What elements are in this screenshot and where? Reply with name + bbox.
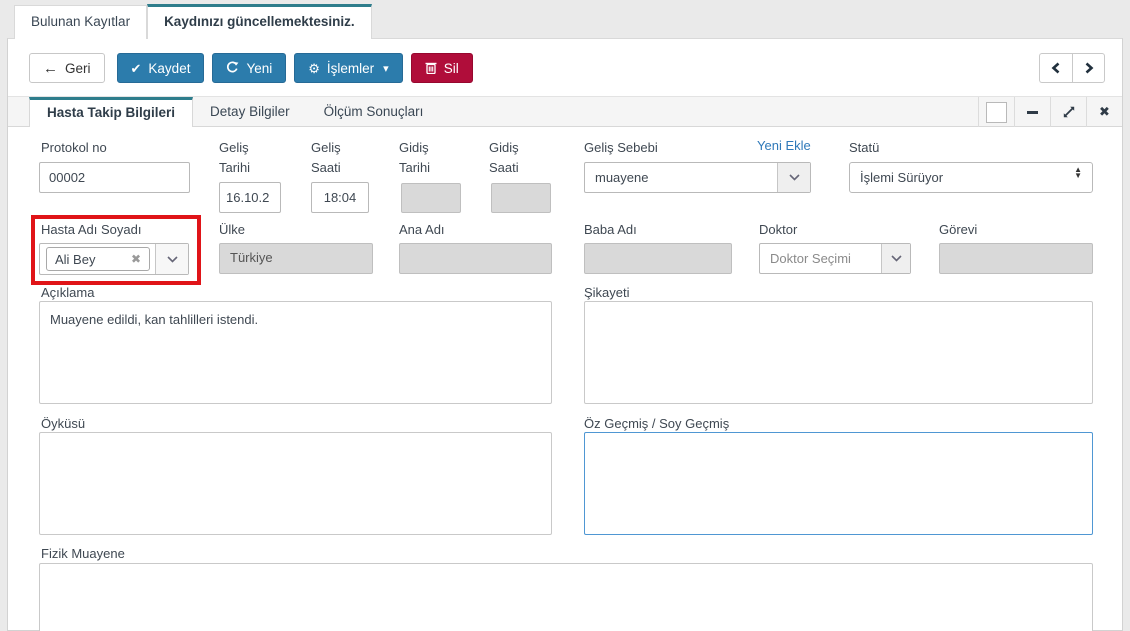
token-remove-icon[interactable]: ✖ xyxy=(131,252,141,266)
tab-olcum-sonuclari[interactable]: Ölçüm Sonuçları xyxy=(307,97,441,126)
new-button-label: Yeni xyxy=(246,61,272,76)
gear-icon: ⚙ xyxy=(308,62,320,75)
gidis-tarihi-input xyxy=(401,183,461,213)
tab-hasta-takip-bilgileri[interactable]: Hasta Takip Bilgileri xyxy=(29,97,193,127)
chevron-left-icon xyxy=(1051,62,1061,74)
minimize-icon xyxy=(1027,111,1038,114)
actions-button-label: İşlemler xyxy=(327,61,374,76)
gorevi-label: Görevi xyxy=(939,220,977,240)
gelis-sebebi-dropdown[interactable]: muayene xyxy=(584,162,811,193)
ana-adi-label: Ana Adı xyxy=(399,220,445,240)
baba-adi-input xyxy=(584,243,732,274)
gelis-tarihi-label: Geliş Tarihi xyxy=(219,138,265,177)
protokol-no-input[interactable] xyxy=(39,162,190,193)
oykusu-label: Öyküsü xyxy=(41,414,85,434)
hasta-adi-token: Ali Bey ✖ xyxy=(46,247,150,271)
gelis-saati-label: Geliş Saati xyxy=(311,138,353,177)
protokol-no-label: Protokol no xyxy=(41,138,107,158)
back-arrow-icon: ← xyxy=(43,61,58,76)
panel-expand-button[interactable] xyxy=(1050,97,1086,127)
gelis-sebebi-value: muayene xyxy=(585,163,777,192)
oz-gecmis-label: Öz Geçmiş / Soy Geçmiş xyxy=(584,414,729,434)
ulke-label: Ülke xyxy=(219,220,245,240)
ana-adi-input xyxy=(399,243,552,274)
hasta-adi-token-area: Ali Bey ✖ xyxy=(40,244,155,274)
expand-icon xyxy=(1062,105,1076,119)
baba-adi-label: Baba Adı xyxy=(584,220,637,240)
chevron-down-icon xyxy=(777,163,810,192)
fizik-muayene-label: Fizik Muayene xyxy=(41,544,125,564)
record-pager xyxy=(1039,53,1105,83)
app-window: Bulunan Kayıtlar Kaydınızı güncellemekte… xyxy=(0,0,1130,631)
gelis-tarihi-input[interactable] xyxy=(219,182,281,213)
back-button[interactable]: ← Geri xyxy=(29,53,105,83)
save-button[interactable]: ✔ Kaydet xyxy=(117,53,205,83)
check-icon: ✔ xyxy=(131,62,142,75)
aciklama-textarea[interactable]: Muayene edildi, kan tahlilleri istendi. xyxy=(39,301,552,404)
hasta-adi-label: Hasta Adı Soyadı xyxy=(41,220,141,240)
new-button[interactable]: Yeni xyxy=(212,53,286,83)
checkbox-icon xyxy=(986,102,1007,123)
statu-label: Statü xyxy=(849,138,879,158)
panel-minimize-button[interactable] xyxy=(1014,97,1050,127)
gidis-saati-input xyxy=(491,183,551,213)
trash-icon xyxy=(425,61,437,76)
sikayeti-label: Şikayeti xyxy=(584,283,630,303)
statu-select[interactable]: İşlemi Sürüyor ▲▼ xyxy=(849,162,1093,193)
form-tab-bar: Hasta Takip Bilgileri Detay Bilgiler Ölç… xyxy=(8,96,1122,127)
tab-bulunan-kayitlar[interactable]: Bulunan Kayıtlar xyxy=(14,5,147,39)
caret-down-icon: ▾ xyxy=(383,62,389,75)
oykusu-textarea[interactable] xyxy=(39,432,552,535)
gidis-saati-label: Gidiş Saati xyxy=(489,138,531,177)
gidis-tarihi-label: Gidiş Tarihi xyxy=(399,138,443,177)
delete-button[interactable]: Sil xyxy=(411,53,473,83)
select-arrows-icon: ▲▼ xyxy=(1074,167,1082,179)
toolbar: ← Geri ✔ Kaydet Yeni ⚙ İşlemler ▾ xyxy=(29,53,473,83)
close-icon: ✖ xyxy=(1099,104,1110,120)
next-record-button[interactable] xyxy=(1072,53,1105,83)
hasta-adi-value: Ali Bey xyxy=(55,252,95,267)
gelis-sebebi-label: Geliş Sebebi xyxy=(584,138,658,158)
sikayeti-textarea[interactable] xyxy=(584,301,1093,404)
chevron-down-icon xyxy=(881,244,910,273)
statu-value: İşlemi Sürüyor xyxy=(860,170,943,185)
gelis-saati-input[interactable] xyxy=(311,182,369,213)
yeni-ekle-link[interactable]: Yeni Ekle xyxy=(757,138,811,153)
fizik-muayene-textarea[interactable] xyxy=(39,563,1093,631)
delete-button-label: Sil xyxy=(444,61,459,76)
tab-detay-bilgiler[interactable]: Detay Bilgiler xyxy=(193,97,307,126)
patient-form: Protokol no Geliş Tarihi Geliş Saati Gid… xyxy=(8,127,1122,630)
save-button-label: Kaydet xyxy=(148,61,190,76)
aciklama-label: Açıklama xyxy=(41,283,94,303)
back-button-label: Geri xyxy=(65,61,91,76)
doktor-placeholder: Doktor Seçimi xyxy=(760,244,881,273)
window-tab-bar: Bulunan Kayıtlar Kaydınızı güncellemekte… xyxy=(14,0,372,39)
ulke-input: Türkiye xyxy=(219,243,373,274)
gorevi-input xyxy=(939,243,1093,274)
panel-select-checkbox[interactable] xyxy=(978,97,1014,127)
actions-button[interactable]: ⚙ İşlemler ▾ xyxy=(294,53,402,83)
tab-kaydinizi-guncellemektesiniz[interactable]: Kaydınızı güncellemektesiniz. xyxy=(147,4,372,39)
prev-record-button[interactable] xyxy=(1039,53,1072,83)
hasta-adi-combo[interactable]: Ali Bey ✖ xyxy=(39,243,189,275)
doktor-label: Doktor xyxy=(759,220,797,240)
doktor-dropdown[interactable]: Doktor Seçimi xyxy=(759,243,911,274)
chevron-right-icon xyxy=(1084,62,1094,74)
panel-close-button[interactable]: ✖ xyxy=(1086,97,1122,127)
record-panel: ← Geri ✔ Kaydet Yeni ⚙ İşlemler ▾ xyxy=(7,38,1123,631)
chevron-down-icon xyxy=(155,244,188,274)
refresh-icon xyxy=(226,61,239,76)
oz-gecmis-textarea[interactable] xyxy=(584,432,1093,535)
panel-window-controls: ✖ xyxy=(978,97,1122,127)
